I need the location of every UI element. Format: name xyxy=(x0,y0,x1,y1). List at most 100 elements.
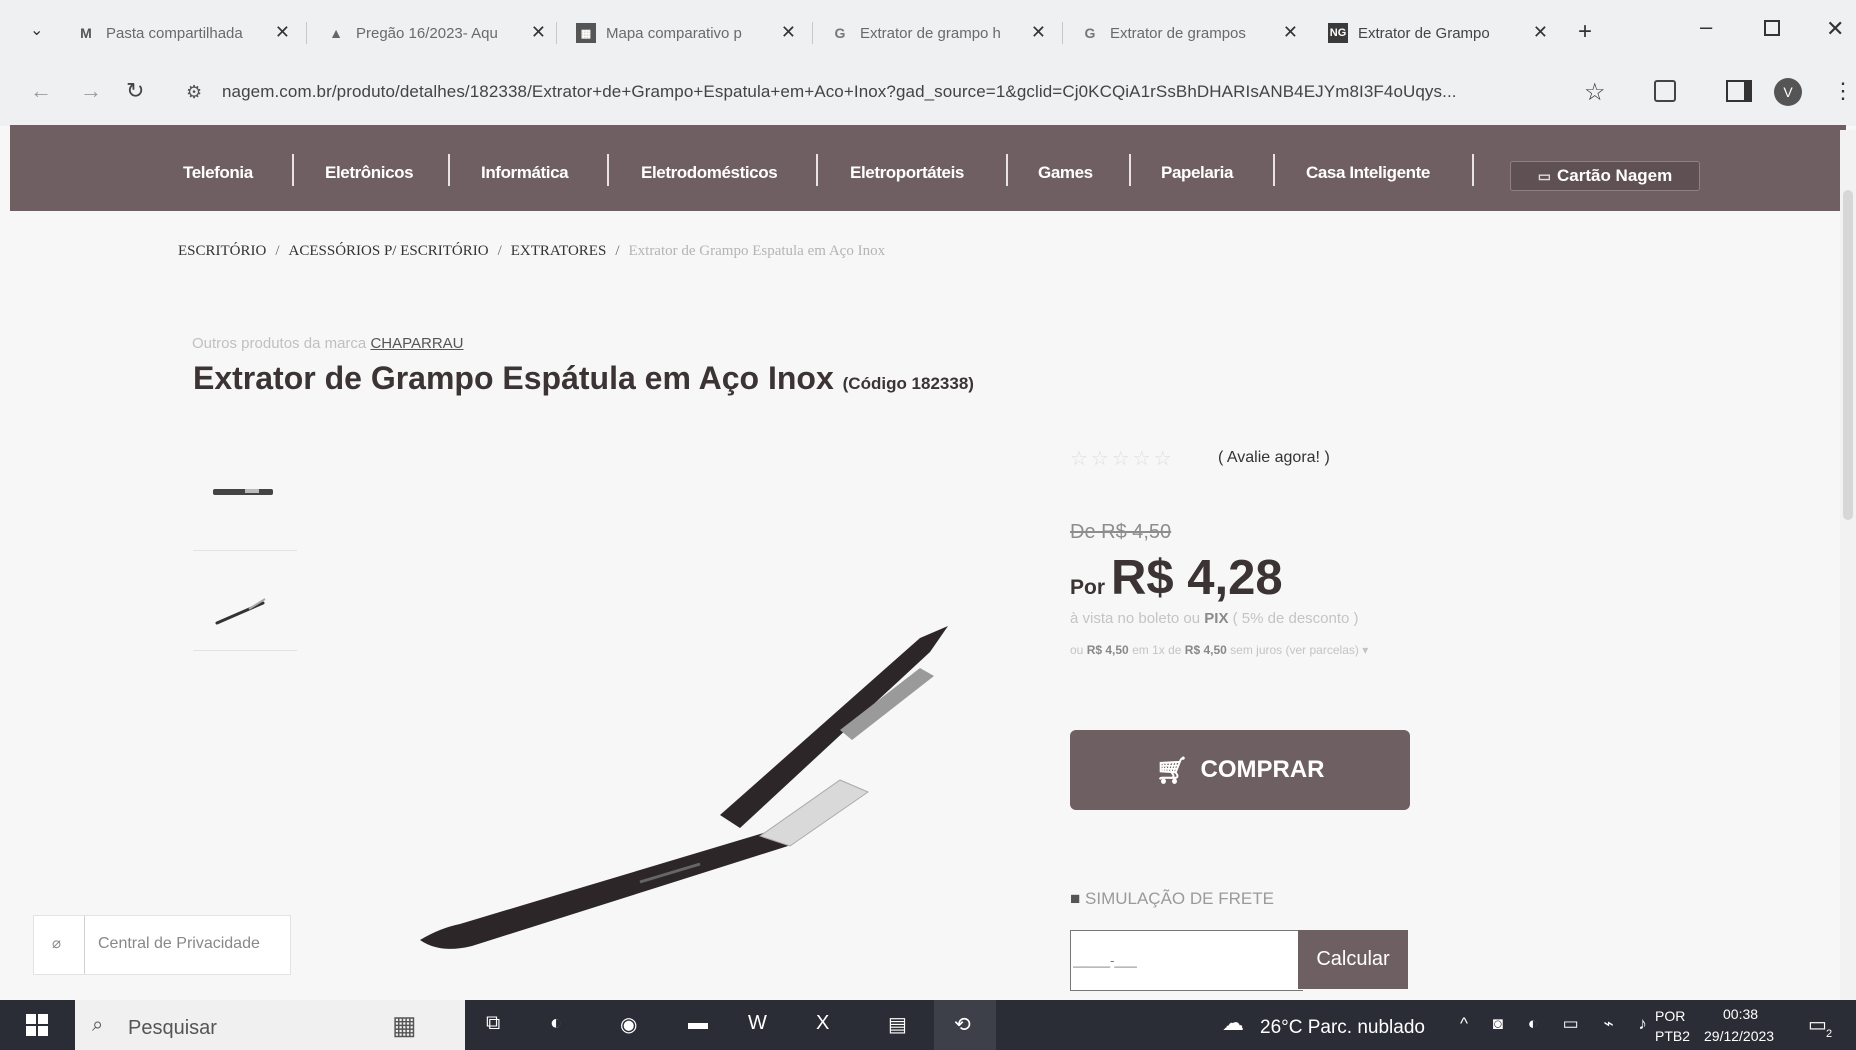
installments-link[interactable]: sem juros (ver parcelas) xyxy=(1230,643,1359,657)
bookmark-star-icon[interactable]: ☆ xyxy=(1584,78,1606,107)
menu-kebab-icon[interactable]: ⋮ xyxy=(1832,78,1854,104)
back-icon[interactable]: ← xyxy=(30,78,52,104)
chrome-icon[interactable]: ◉ xyxy=(620,1012,637,1037)
sheets-icon: ▦ xyxy=(576,23,596,43)
profile-avatar[interactable]: V xyxy=(1774,78,1802,106)
truck-icon: ■ xyxy=(1070,889,1081,908)
site-info-icon[interactable]: ⚙ xyxy=(186,82,202,103)
breadcrumb-current: Extrator de Grampo Espatula em Aço Inox xyxy=(628,243,886,259)
close-icon[interactable]: ✕ xyxy=(1283,22,1298,43)
caret-down-icon: ▾ xyxy=(1362,643,1369,657)
nav-papelaria[interactable]: Papelaria xyxy=(1161,163,1233,183)
weather-cloud-icon: ☁ xyxy=(1222,1010,1244,1035)
brand-link[interactable]: CHAPARRAU xyxy=(370,335,463,352)
nav-eletrodomesticos[interactable]: Eletrodomésticos xyxy=(641,163,778,183)
search-icon: ⌕ xyxy=(92,1014,104,1036)
product-thumbnail-image xyxy=(215,598,266,625)
tab-3[interactable]: ▦ Mapa comparativo p ✕ xyxy=(576,16,796,50)
nav-games[interactable]: Games xyxy=(1038,163,1093,183)
scrollbar-thumb[interactable] xyxy=(1843,190,1853,520)
buy-button[interactable]: 🛒︎ COMPRAR xyxy=(1070,730,1410,810)
shipping-simulation-heading: ■ SIMULAÇÃO DE FRETE xyxy=(1070,889,1274,909)
tab-search-chevron-icon[interactable]: ⌄ xyxy=(30,20,43,40)
edge-icon[interactable]: ◐ xyxy=(550,1012,562,1035)
windows-start-icon[interactable] xyxy=(26,1014,48,1036)
close-icon[interactable]: ✕ xyxy=(1031,22,1046,43)
nagem-icon: NG xyxy=(1328,23,1348,43)
word-icon[interactable]: W xyxy=(748,1012,767,1035)
excel-icon[interactable]: X xyxy=(816,1012,829,1035)
tab-label: Extrator de grampos xyxy=(1110,24,1246,42)
tab-4[interactable]: G Extrator de grampo h ✕ xyxy=(830,16,1046,50)
nav-informatica[interactable]: Informática xyxy=(481,163,569,183)
language-bottom[interactable]: PTB2 xyxy=(1655,1028,1690,1044)
file-explorer-icon[interactable]: ▬ xyxy=(688,1012,708,1035)
reload-icon[interactable]: ↻ xyxy=(126,78,144,104)
close-icon[interactable]: ✕ xyxy=(531,22,546,43)
installments-amount: R$ 4,50 xyxy=(1086,643,1129,657)
tab-6-active[interactable]: NG Extrator de Grampo ✕ xyxy=(1328,16,1548,50)
breadcrumb-item[interactable]: EXTRATORES xyxy=(511,243,607,259)
new-tab-icon[interactable]: + xyxy=(1578,18,1592,46)
thumbnail-2[interactable] xyxy=(193,555,297,651)
nav-eletroportateis[interactable]: Eletroportáteis xyxy=(850,163,964,183)
breadcrumb-item[interactable]: ACESSÓRIOS P/ ESCRITÓRIO xyxy=(289,243,489,259)
rating-stars[interactable]: ☆☆☆☆☆ xyxy=(1070,446,1175,471)
tab-5[interactable]: G Extrator de grampos ✕ xyxy=(1080,16,1298,50)
breadcrumb-item[interactable]: ESCRITÓRIO xyxy=(178,243,266,259)
privacy-icon: ⌀ xyxy=(52,935,62,952)
clock-date[interactable]: 29/12/2023 xyxy=(1704,1028,1774,1044)
close-icon[interactable]: ✕ xyxy=(1533,22,1548,43)
thumbnail-1[interactable] xyxy=(193,455,297,551)
nav-eletronicos[interactable]: Eletrônicos xyxy=(325,163,414,183)
calculator-icon[interactable]: ▤ xyxy=(888,1012,907,1037)
cartao-label: Cartão Nagem xyxy=(1556,166,1673,185)
notifications-icon[interactable]: ▭ xyxy=(1808,1012,1827,1037)
card-icon: ▭ xyxy=(1537,167,1551,184)
side-panel-icon[interactable] xyxy=(1726,80,1752,102)
minimize-icon[interactable]: – xyxy=(1700,14,1712,40)
rate-now-link[interactable]: ( Avalie agora! ) xyxy=(1218,449,1330,467)
restore-icon[interactable] xyxy=(1764,20,1780,36)
old-price: De R$ 4,50 xyxy=(1070,521,1172,543)
brand-line: Outros produtos da marca CHAPARRAU xyxy=(192,335,464,352)
tab-label: Pasta compartilhada xyxy=(106,24,243,42)
close-icon[interactable]: ✕ xyxy=(781,22,796,43)
url-field[interactable]: nagem.com.br/produto/detalhes/182338/Ext… xyxy=(222,82,1457,102)
price-value: R$ 4,28 xyxy=(1111,551,1283,605)
nav-telefonia[interactable]: Telefonia xyxy=(183,163,253,183)
installments-note[interactable]: ou R$ 4,50 em 1x de R$ 4,50 sem juros (v… xyxy=(1070,643,1368,657)
installments-text: em 1x de xyxy=(1132,643,1182,657)
product-thumbnail-image xyxy=(213,489,273,495)
drive-icon: ▲ xyxy=(329,25,343,41)
system-tray-icons[interactable]: ^ ◙ ◐ ▭ ⌁ ♪ xyxy=(1460,1014,1657,1034)
price-prefix: Por xyxy=(1070,576,1106,599)
browser-tab-strip: ⌄ M Pasta compartilhada ✕ ▲ Pregão 16/20… xyxy=(0,0,1856,66)
remote-app-icon[interactable]: ⟲ xyxy=(954,1012,971,1037)
privacy-center-widget[interactable]: ⌀ Central de Privacidade xyxy=(33,915,291,975)
cartao-nagem-button[interactable]: ▭ Cartão Nagem xyxy=(1510,161,1700,191)
task-view-icon[interactable]: ⧉ xyxy=(486,1012,500,1035)
weather-text[interactable]: 26°C Parc. nublado xyxy=(1260,1017,1425,1039)
tab-2[interactable]: ▲ Pregão 16/2023- Aqu ✕ xyxy=(326,16,546,50)
tab-label: Mapa comparativo p xyxy=(606,24,742,42)
notification-count: 2 xyxy=(1826,1028,1833,1040)
tab-1[interactable]: M Pasta compartilhada ✕ xyxy=(76,16,290,50)
breadcrumb: ESCRITÓRIO / ACESSÓRIOS P/ ESCRITÓRIO / EXTR… xyxy=(178,243,886,259)
page-scrollbar[interactable] xyxy=(1840,130,1856,1010)
cep-input[interactable] xyxy=(1070,930,1303,991)
clock-time[interactable]: 00:38 xyxy=(1723,1006,1758,1022)
thumbnail-list xyxy=(193,455,297,655)
product-title: Extrator de Grampo Espátula em Aço Inox xyxy=(193,360,834,396)
installments-text: ou xyxy=(1070,643,1084,657)
calendar-widget-icon[interactable]: ▦ xyxy=(392,1010,417,1041)
language-top[interactable]: POR xyxy=(1655,1008,1685,1024)
forward-icon[interactable]: → xyxy=(80,78,102,104)
pix-discount-note: à vista no boleto ou PIX ( 5% de descont… xyxy=(1070,610,1359,627)
close-window-icon[interactable]: ✕ xyxy=(1826,16,1844,42)
calculate-shipping-button[interactable]: Calcular xyxy=(1298,930,1408,989)
gmail-icon: M xyxy=(80,25,92,41)
extensions-icon[interactable] xyxy=(1654,80,1676,102)
close-icon[interactable]: ✕ xyxy=(275,22,290,43)
nav-casa-inteligente[interactable]: Casa Inteligente xyxy=(1306,163,1430,183)
